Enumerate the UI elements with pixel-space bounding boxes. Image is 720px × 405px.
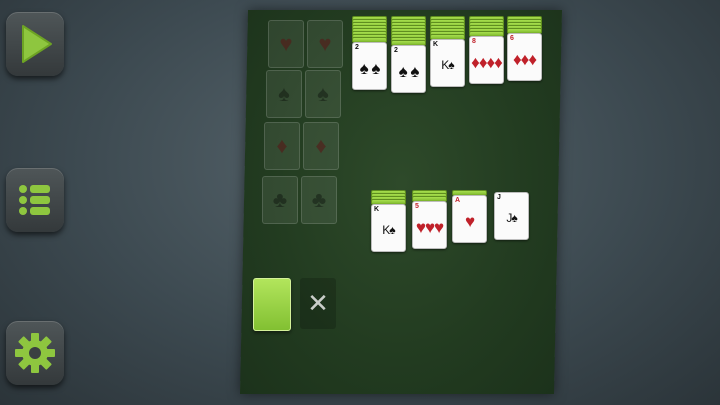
card-rank: A bbox=[455, 197, 461, 204]
card-pips: ♦♦♦ bbox=[512, 49, 537, 69]
card-pips: J♠ bbox=[506, 210, 517, 225]
foundation-slot[interactable]: ♣ bbox=[262, 176, 298, 224]
playing-card[interactable]: 2 ♠ ♠ bbox=[391, 45, 426, 93]
foundation-slot[interactable]: ♥ bbox=[268, 20, 304, 68]
suit-icon: ♠ bbox=[278, 81, 290, 106]
playing-card[interactable]: 2 ♠ ♠ bbox=[352, 42, 387, 90]
playing-card[interactable]: K K♠ bbox=[371, 204, 406, 252]
playing-card[interactable]: K K♠ bbox=[430, 39, 465, 87]
foundation-slot[interactable]: ♠ bbox=[305, 70, 341, 118]
foundation-slot[interactable]: ♥ bbox=[307, 20, 343, 68]
suit-icon: ♠ bbox=[317, 81, 329, 106]
play-icon bbox=[22, 25, 52, 63]
card-pips: ♠ ♠ bbox=[398, 61, 420, 81]
suit-icon: ♣ bbox=[311, 187, 327, 212]
card-rank: J bbox=[497, 194, 501, 201]
playing-card[interactable]: A ♥ bbox=[452, 195, 487, 243]
card-pips: ♥ bbox=[464, 211, 475, 231]
menu-button[interactable] bbox=[6, 168, 64, 232]
playing-card[interactable]: J J♠ bbox=[494, 192, 529, 240]
foundation-slot[interactable]: ♦ bbox=[303, 122, 339, 170]
playing-card[interactable]: 5 ♥♥♥ bbox=[412, 201, 447, 249]
waste-pile[interactable]: ✕ bbox=[300, 278, 336, 329]
card-pips: ♥♥♥ bbox=[415, 217, 444, 237]
play-button[interactable] bbox=[6, 12, 64, 76]
suit-icon: ♥ bbox=[318, 31, 332, 56]
stock-pile[interactable] bbox=[253, 278, 291, 331]
card-rank: 2 bbox=[355, 44, 359, 51]
card-rank: 5 bbox=[415, 203, 419, 210]
card-rank: 2 bbox=[394, 47, 398, 54]
menu-list-icon bbox=[19, 185, 50, 215]
card-pips: ♠ ♠ bbox=[359, 58, 381, 78]
playing-card[interactable]: 6 ♦♦♦ bbox=[507, 33, 542, 81]
card-pips: K♠ bbox=[382, 222, 395, 237]
card-pips: K♠ bbox=[441, 57, 454, 72]
suit-icon: ♥ bbox=[279, 31, 293, 56]
gear-icon bbox=[15, 333, 55, 373]
close-x-icon: ✕ bbox=[307, 288, 329, 319]
card-rank: K bbox=[433, 41, 439, 48]
settings-button[interactable] bbox=[6, 321, 64, 385]
card-pips: ♦♦♦♦ bbox=[471, 52, 503, 72]
foundation-slot[interactable]: ♣ bbox=[301, 176, 337, 224]
foundation-slot[interactable]: ♠ bbox=[266, 70, 302, 118]
suit-icon: ♦ bbox=[276, 133, 288, 158]
card-rank: 8 bbox=[472, 38, 476, 45]
playing-card[interactable]: 8 ♦♦♦♦ bbox=[469, 36, 504, 84]
suit-icon: ♦ bbox=[315, 133, 327, 158]
card-rank: 6 bbox=[510, 35, 514, 42]
suit-icon: ♣ bbox=[272, 187, 288, 212]
card-rank: K bbox=[374, 206, 380, 213]
foundation-slot[interactable]: ♦ bbox=[264, 122, 300, 170]
